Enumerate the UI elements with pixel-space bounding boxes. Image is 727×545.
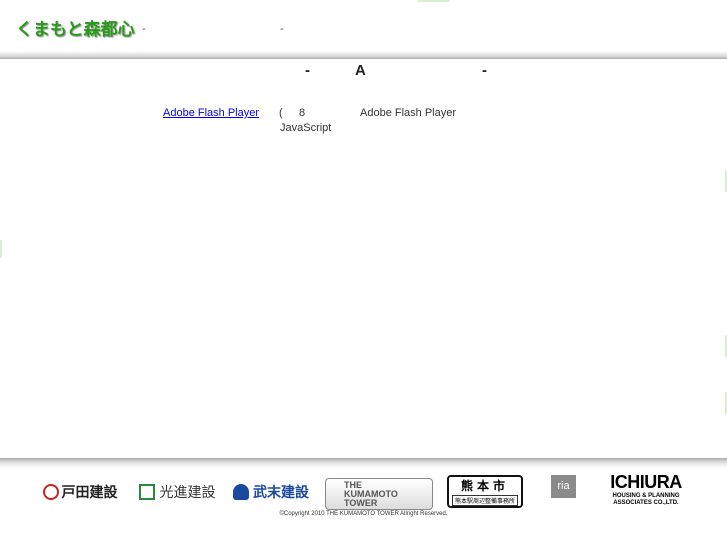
sponsor-ria[interactable]: ria: [551, 475, 576, 498]
sponsor-koshin[interactable]: 光進建設: [136, 478, 218, 506]
header-separator: -: [142, 23, 146, 35]
takesue-logo-icon: [233, 484, 249, 500]
sponsor-toda[interactable]: 戸田建設: [36, 478, 124, 506]
header-divider: [0, 51, 727, 59]
koshin-logo-icon: [138, 484, 155, 500]
footer-divider: [0, 458, 727, 468]
toda-logo-icon: [42, 484, 59, 500]
javascript-text: JavaScript: [280, 122, 332, 134]
flash-notice-text: Adobe Flash Player: [360, 107, 456, 119]
sponsor-kumamoto-tower[interactable]: THE KUMAMOTO TOWER: [325, 478, 433, 510]
sponsor-kumamoto-city[interactable]: 熊本市 熊本駅周辺整備事務所: [447, 475, 523, 508]
version-text: 8: [299, 107, 306, 119]
flash-player-link[interactable]: Adobe Flash Player: [163, 107, 259, 119]
decor-strip: [0, 240, 2, 258]
copyright: ©Copyright 2010 THE KUMAMOTO TOWER Allri…: [279, 511, 448, 517]
paren-text: (: [279, 107, 283, 119]
sponsor-takesue[interactable]: 武末建設: [229, 478, 313, 506]
title-dash: -: [482, 62, 487, 79]
title-dash: -: [305, 62, 310, 79]
header-separator: -: [280, 23, 284, 35]
decor-strip: [418, 0, 450, 2]
sponsor-ichiura[interactable]: ICHIURA HOUSING & PLANNING ASSOCIATES CO.…: [605, 472, 687, 507]
page-title: A: [355, 62, 366, 79]
site-logo[interactable]: くまもと森都心: [16, 15, 135, 40]
